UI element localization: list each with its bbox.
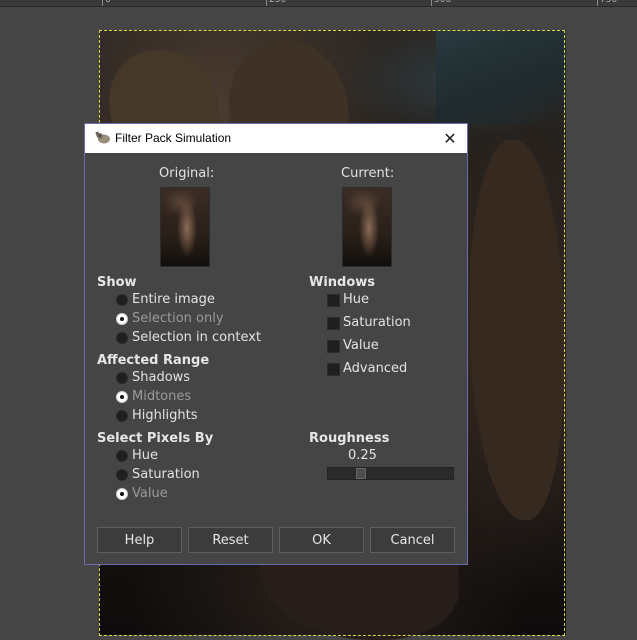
radio-shadows[interactable] bbox=[116, 372, 128, 384]
ruler-label-750: 750 bbox=[600, 0, 618, 5]
current-label: Current: bbox=[341, 166, 395, 181]
dialog-titlebar[interactable]: Filter Pack Simulation ✕ bbox=[85, 124, 467, 153]
horizontal-ruler[interactable]: 0 250 500 750 bbox=[0, 0, 637, 7]
roughness-slider[interactable] bbox=[327, 467, 454, 480]
radio-pixels-hue[interactable] bbox=[116, 450, 128, 462]
ruler-label-250: 250 bbox=[269, 0, 287, 5]
checkbox-label-value[interactable]: Value bbox=[343, 338, 379, 353]
ruler-tick bbox=[431, 0, 432, 6]
original-label: Original: bbox=[159, 166, 215, 181]
radio-pixels-saturation[interactable] bbox=[116, 469, 128, 481]
radio-label-shadows[interactable]: Shadows bbox=[132, 370, 190, 385]
radio-label-selection-only[interactable]: Selection only bbox=[132, 311, 224, 326]
roughness-slider-thumb[interactable] bbox=[356, 468, 367, 479]
reset-button[interactable]: Reset bbox=[188, 527, 273, 553]
ok-button[interactable]: OK bbox=[279, 527, 364, 553]
ruler-tick bbox=[597, 0, 598, 6]
help-button[interactable]: Help bbox=[97, 527, 182, 553]
show-heading: Show bbox=[97, 275, 137, 290]
current-preview bbox=[342, 187, 392, 267]
ruler-label-500: 500 bbox=[434, 0, 452, 5]
radio-label-pixels-value[interactable]: Value bbox=[132, 486, 168, 501]
ruler-tick bbox=[102, 0, 103, 6]
rock-shape bbox=[469, 140, 564, 520]
radio-selection-only[interactable] bbox=[116, 313, 128, 325]
gimp-wilber-icon bbox=[95, 131, 110, 144]
roughness-heading: Roughness bbox=[309, 431, 390, 446]
checkbox-saturation[interactable] bbox=[327, 317, 340, 330]
ruler-label-0: 0 bbox=[105, 0, 111, 5]
radio-midtones[interactable] bbox=[116, 391, 128, 403]
windows-heading: Windows bbox=[309, 275, 376, 290]
ruler-tick bbox=[266, 0, 267, 6]
radio-label-pixels-saturation[interactable]: Saturation bbox=[132, 467, 200, 482]
radio-label-entire-image[interactable]: Entire image bbox=[132, 292, 215, 307]
radio-pixels-value[interactable] bbox=[116, 488, 128, 500]
radio-label-selection-in-context[interactable]: Selection in context bbox=[132, 330, 261, 345]
radio-entire-image[interactable] bbox=[116, 294, 128, 306]
affected-range-heading: Affected Range bbox=[97, 353, 210, 368]
checkbox-label-hue[interactable]: Hue bbox=[343, 292, 369, 307]
checkbox-hue[interactable] bbox=[327, 294, 340, 307]
sea-area bbox=[436, 30, 566, 125]
original-preview bbox=[160, 187, 210, 267]
close-icon[interactable]: ✕ bbox=[439, 127, 461, 149]
radio-selection-in-context[interactable] bbox=[116, 332, 128, 344]
checkbox-advanced[interactable] bbox=[327, 363, 340, 376]
checkbox-label-saturation[interactable]: Saturation bbox=[343, 315, 411, 330]
radio-highlights[interactable] bbox=[116, 410, 128, 422]
select-pixels-by-heading: Select Pixels By bbox=[97, 431, 214, 446]
dialog-title: Filter Pack Simulation bbox=[115, 131, 232, 145]
checkbox-value[interactable] bbox=[327, 340, 340, 353]
checkbox-label-advanced[interactable]: Advanced bbox=[343, 361, 407, 376]
filter-pack-dialog: Filter Pack Simulation ✕ Original: Curre… bbox=[84, 123, 468, 565]
radio-label-pixels-hue[interactable]: Hue bbox=[132, 448, 158, 463]
roughness-value: 0.25 bbox=[348, 448, 377, 463]
radio-label-midtones[interactable]: Midtones bbox=[132, 389, 191, 404]
radio-label-highlights[interactable]: Highlights bbox=[132, 408, 197, 423]
cancel-button[interactable]: Cancel bbox=[370, 527, 455, 553]
